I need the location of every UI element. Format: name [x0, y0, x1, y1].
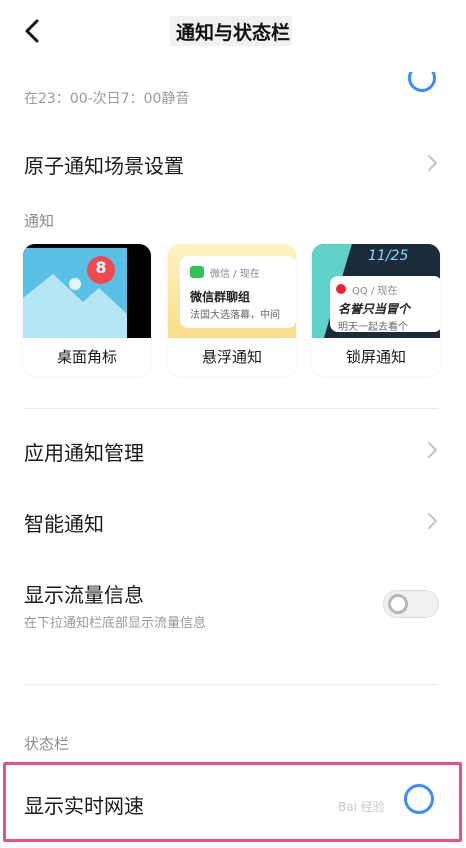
lockscreen-notification-preview: 11/25 QQ / 现在 名誉只当冒个 明天一起去看个	[312, 244, 440, 338]
smart-notification[interactable]: 智能通知	[24, 508, 104, 537]
badge-count: 8	[95, 258, 107, 277]
preview-app-line: QQ / 现在	[352, 286, 398, 297]
chevron-right-icon	[428, 155, 437, 171]
card-caption: 锁屏通知	[345, 348, 406, 366]
card-floating-notification[interactable]: 微信 / 现在 微信群聊组 法国大选落幕，中间 悬浮通知	[168, 244, 296, 376]
divider	[24, 684, 438, 685]
dnd-subtitle: 在23：00-次日7：00静音	[24, 91, 190, 107]
lockscreen-time: 11/25	[368, 248, 409, 264]
section-label-notify: 通知	[24, 212, 55, 230]
page-title: 通知与状态栏	[175, 22, 290, 44]
show-traffic-info: 显示流量信息	[24, 583, 144, 607]
qq-icon	[336, 284, 346, 294]
atomic-notification-settings[interactable]: 原子通知场景设置	[24, 150, 184, 179]
net-speed-toggle[interactable]	[378, 782, 440, 816]
preview-msg-body: 明天一起去看个	[338, 322, 408, 333]
show-realtime-net-speed: 显示实时网速	[24, 794, 144, 818]
preview-msg-title: 名誉只当冒个	[338, 302, 411, 316]
chevron-right-icon	[428, 513, 437, 529]
app-notification-management[interactable]: 应用通知管理	[24, 437, 144, 466]
dnd-toggle[interactable]	[404, 72, 440, 96]
wechat-icon	[190, 266, 204, 278]
card-lockscreen-notification[interactable]: 11/25 QQ / 现在 名誉只当冒个 明天一起去看个 锁屏通知	[312, 244, 440, 376]
section-label-status-bar: 状态栏	[24, 735, 70, 753]
chevron-right-icon	[428, 442, 437, 458]
traffic-info-subtitle: 在下拉通知栏底部显示流量信息	[24, 616, 207, 631]
preview-msg-title: 微信群聊组	[190, 290, 251, 304]
card-caption: 桌面角标	[56, 348, 117, 366]
top-bar: 通知与状态栏	[0, 0, 466, 64]
divider	[24, 408, 438, 409]
card-desktop-badge[interactable]: 8 桌面角标	[23, 244, 151, 376]
traffic-info-toggle[interactable]	[383, 590, 439, 618]
card-caption: 悬浮通知	[201, 348, 262, 366]
floating-notification-preview: 微信 / 现在 微信群聊组 法国大选落幕，中间	[168, 244, 296, 338]
preview-msg-body: 法国大选落幕，中间	[190, 310, 280, 321]
desktop-badge-preview: 8	[23, 244, 151, 338]
preview-app-line: 微信 / 现在	[210, 269, 260, 280]
